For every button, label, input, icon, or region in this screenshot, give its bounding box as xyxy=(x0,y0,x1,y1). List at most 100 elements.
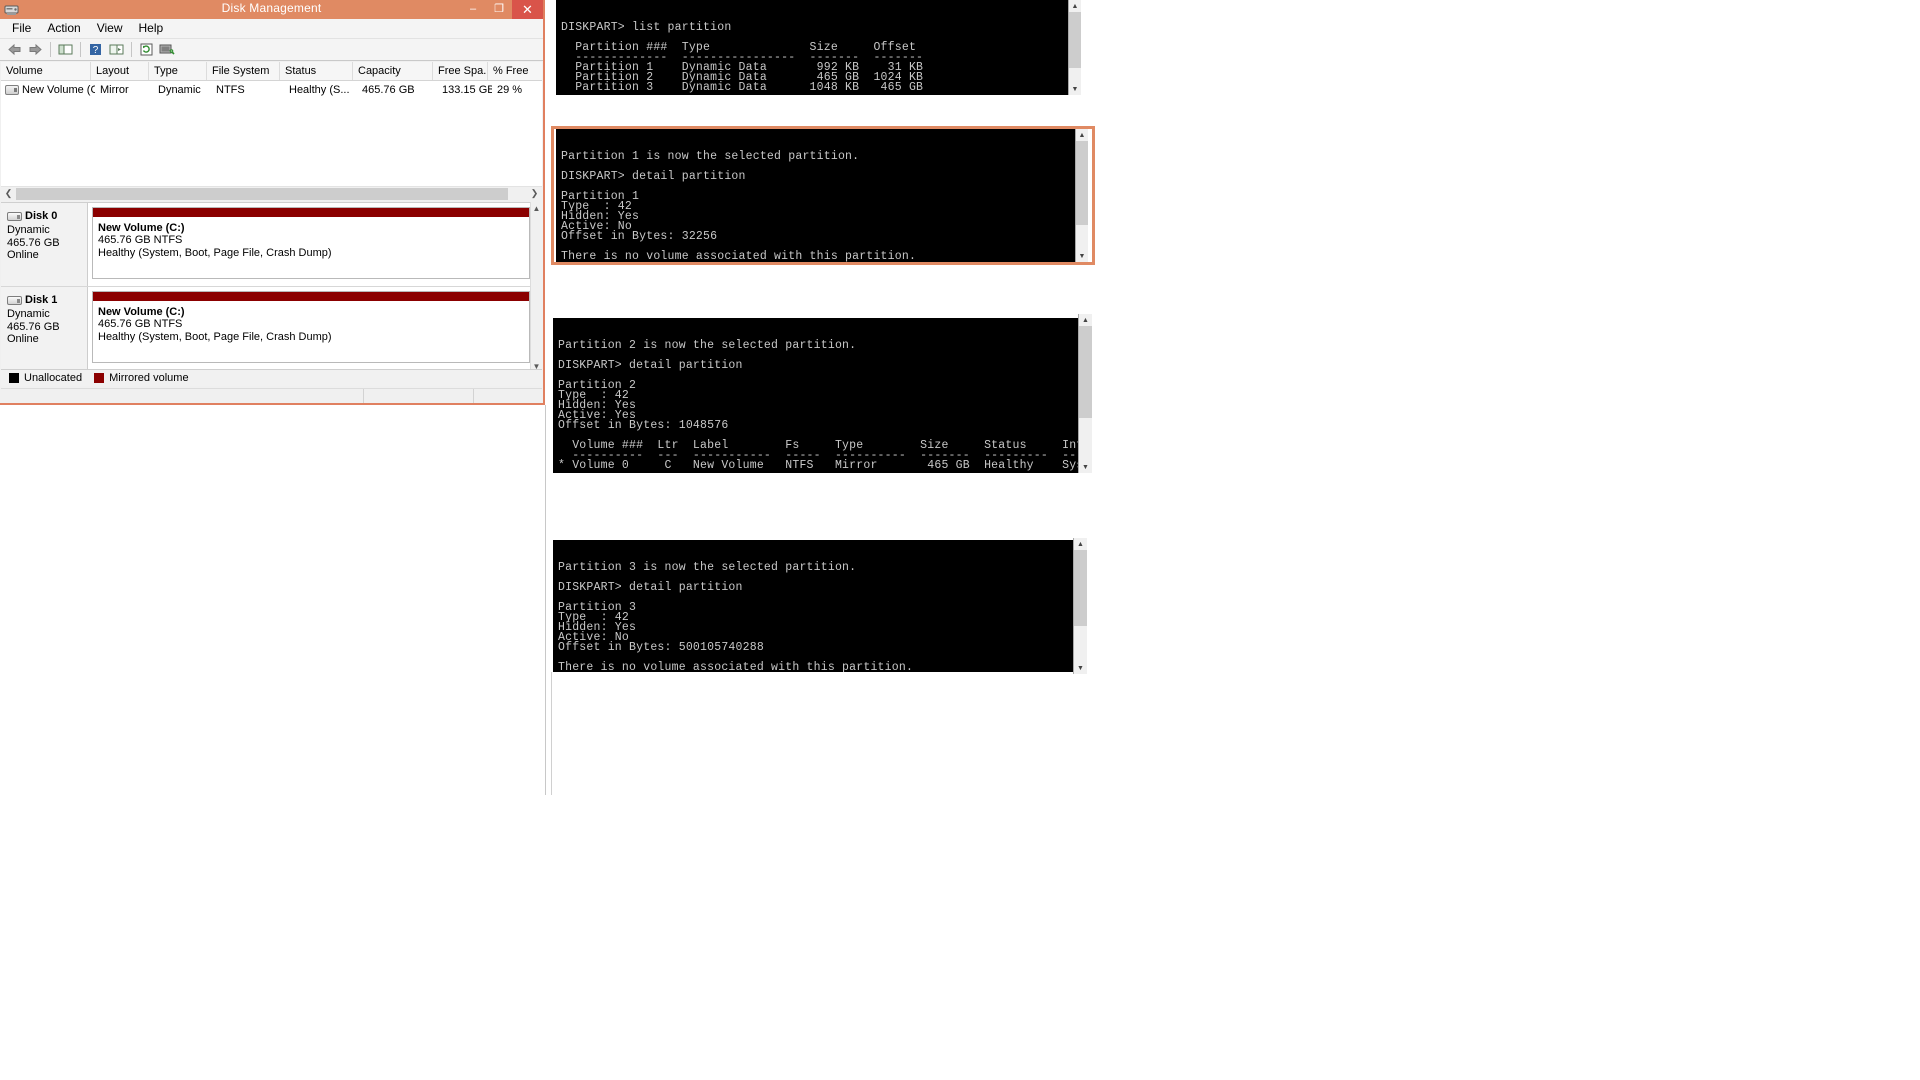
disk-name-row: Disk 1 xyxy=(7,294,87,306)
menu-item-help[interactable]: Help xyxy=(134,20,173,37)
volume-block[interactable]: New Volume (C:) 465.76 GB NTFS Healthy (… xyxy=(92,207,530,279)
disk-label: Disk 0 xyxy=(25,210,58,222)
toolbar-separator xyxy=(131,42,132,57)
menu-item-action[interactable]: Action xyxy=(42,20,89,37)
column-header-file-system[interactable]: File System xyxy=(207,62,280,80)
console-3-scroll-down-icon[interactable]: ▼ xyxy=(1079,461,1092,473)
graphical-view-vertical-scrollbar[interactable]: ▲ ▼ xyxy=(530,202,542,372)
console-3-scroll-thumb[interactable] xyxy=(1079,326,1092,418)
menu-item-view[interactable]: View xyxy=(92,20,132,37)
volume-block-title: New Volume (C:) xyxy=(98,222,185,234)
cell-free-space: 133.15 GB xyxy=(442,83,492,96)
console-4-scroll-up-icon[interactable]: ▲ xyxy=(1074,538,1087,550)
console-1-scroll-down-icon[interactable]: ▼ xyxy=(1069,83,1081,95)
cell-type: Dynamic xyxy=(158,83,201,96)
volume-list-horizontal-scrollbar[interactable]: ❮ ❯ xyxy=(1,186,542,200)
disk-volume-area: New Volume (C:) 465.76 GB NTFS Healthy (… xyxy=(88,287,542,370)
maximize-button[interactable]: ❐ xyxy=(486,0,512,19)
scroll-left-icon[interactable]: ❮ xyxy=(1,187,16,201)
volume-block-title: New Volume (C:) xyxy=(98,306,185,318)
column-header-percent-free[interactable]: % Free xyxy=(488,62,538,80)
cell-file-system: NTFS xyxy=(216,83,245,96)
legend-label-mirrored-volume: Mirrored volume xyxy=(109,372,189,384)
volume-block-size: 465.76 GB NTFS xyxy=(98,234,183,246)
cell-volume: New Volume (C:) xyxy=(22,83,95,96)
cell-capacity: 465.76 GB xyxy=(362,83,415,96)
unallocated-swatch xyxy=(9,373,19,383)
console-output-list-partition: DISKPART> list partition Partition ### T… xyxy=(561,21,924,94)
status-cell-middle xyxy=(364,389,474,403)
help-icon[interactable]: ? xyxy=(85,40,105,59)
title-bar[interactable]: Disk Management – ❐ ✕ xyxy=(0,0,543,19)
disk-icon xyxy=(7,295,22,305)
toolbar: ? xyxy=(0,39,543,61)
desktop-divider-secondary xyxy=(551,672,552,795)
disk-label: Disk 1 xyxy=(25,294,58,306)
column-header-layout[interactable]: Layout xyxy=(91,62,149,80)
forward-arrow-icon[interactable] xyxy=(25,40,45,59)
scroll-right-icon[interactable]: ❯ xyxy=(527,187,542,201)
volume-table-header: Volume Layout Type File System Status Ca… xyxy=(1,62,542,81)
graphical-disk-view: Disk 0 Dynamic 465.76 GB Online New Volu… xyxy=(1,202,542,372)
desktop-divider xyxy=(545,405,546,795)
console-4-scroll-down-icon[interactable]: ▼ xyxy=(1074,662,1087,674)
volume-list: Volume Layout Type File System Status Ca… xyxy=(1,62,542,198)
rescan-disks-icon[interactable] xyxy=(157,40,177,59)
disk-row[interactable]: Disk 0 Dynamic 465.76 GB Online New Volu… xyxy=(1,203,542,287)
volume-icon xyxy=(5,84,19,95)
column-header-free-space[interactable]: Free Spa... xyxy=(433,62,488,80)
column-header-capacity[interactable]: Capacity xyxy=(353,62,433,80)
console-detail-partition-2[interactable]: Partition 2 is now the selected partitio… xyxy=(553,318,1081,473)
console-2-scroll-down-icon[interactable]: ▼ xyxy=(1076,250,1088,262)
console-detail-partition-3[interactable]: Partition 3 is now the selected partitio… xyxy=(553,540,1073,672)
close-button[interactable]: ✕ xyxy=(512,0,543,19)
column-header-status[interactable]: Status xyxy=(280,62,353,80)
menu-bar: File Action View Help xyxy=(0,19,543,39)
column-header-type[interactable]: Type xyxy=(149,62,207,80)
legend-item-unallocated: Unallocated xyxy=(9,372,82,384)
console-1-scroll-thumb[interactable] xyxy=(1069,12,1081,68)
status-bar xyxy=(1,388,542,403)
properties-icon[interactable] xyxy=(106,40,126,59)
volume-block-status: Healthy (System, Boot, Page File, Crash … xyxy=(98,331,332,343)
console-3-scrollbar[interactable]: ▲ ▼ xyxy=(1078,314,1092,473)
disk-size: 465.76 GB xyxy=(7,320,60,333)
toolbar-separator xyxy=(50,42,51,57)
scroll-track[interactable] xyxy=(16,187,527,200)
console-list-partition[interactable]: DISKPART> list partition Partition ### T… xyxy=(556,0,1080,95)
disk-info-panel[interactable]: Disk 1 Dynamic 465.76 GB Online xyxy=(1,287,88,370)
status-cell-left xyxy=(1,389,364,403)
console-1-scrollbar[interactable]: ▲ ▼ xyxy=(1068,0,1081,95)
column-header-volume[interactable]: Volume xyxy=(1,62,91,80)
table-row[interactable]: New Volume (C:) Mirror Dynamic NTFS Heal… xyxy=(1,81,542,98)
menu-item-file[interactable]: File xyxy=(7,20,40,37)
disk-info-panel[interactable]: Disk 0 Dynamic 465.76 GB Online xyxy=(1,203,88,286)
disk-management-window: Disk Management – ❐ ✕ File Action View H… xyxy=(0,0,545,405)
console-4-scroll-thumb[interactable] xyxy=(1074,550,1087,626)
disk-volume-area: New Volume (C:) 465.76 GB NTFS Healthy (… xyxy=(88,203,542,286)
volume-block-size: 465.76 GB NTFS xyxy=(98,318,183,330)
scroll-up-icon[interactable]: ▲ xyxy=(531,202,542,214)
console-3-scroll-up-icon[interactable]: ▲ xyxy=(1079,314,1092,326)
console-4-scrollbar[interactable]: ▲ ▼ xyxy=(1073,538,1087,674)
refresh-icon[interactable] xyxy=(136,40,156,59)
volume-block[interactable]: New Volume (C:) 465.76 GB NTFS Healthy (… xyxy=(92,291,530,363)
scroll-thumb[interactable] xyxy=(16,187,508,200)
console-detail-partition-1[interactable]: Partition 1 is now the selected partitio… xyxy=(556,129,1080,262)
disk-row[interactable]: Disk 1 Dynamic 465.76 GB Online New Volu… xyxy=(1,287,542,371)
disk-state: Online xyxy=(7,249,39,261)
console-1-scroll-up-icon[interactable]: ▲ xyxy=(1069,0,1081,12)
status-cell-right xyxy=(474,389,542,403)
disk-type: Dynamic xyxy=(7,308,50,320)
show-hide-console-tree-icon[interactable] xyxy=(55,40,75,59)
cell-percent-free: 29 % xyxy=(497,83,523,96)
minimize-button[interactable]: – xyxy=(460,0,486,19)
console-2-scroll-up-icon[interactable]: ▲ xyxy=(1076,129,1088,141)
console-2-scroll-thumb[interactable] xyxy=(1076,141,1088,225)
cell-status: Healthy (S... xyxy=(289,83,350,96)
disk-icon xyxy=(7,211,22,221)
disk-state: Online xyxy=(7,333,39,345)
mirrored-volume-swatch xyxy=(94,373,105,383)
console-2-scrollbar[interactable]: ▲ ▼ xyxy=(1075,129,1088,262)
back-arrow-icon[interactable] xyxy=(4,40,24,59)
